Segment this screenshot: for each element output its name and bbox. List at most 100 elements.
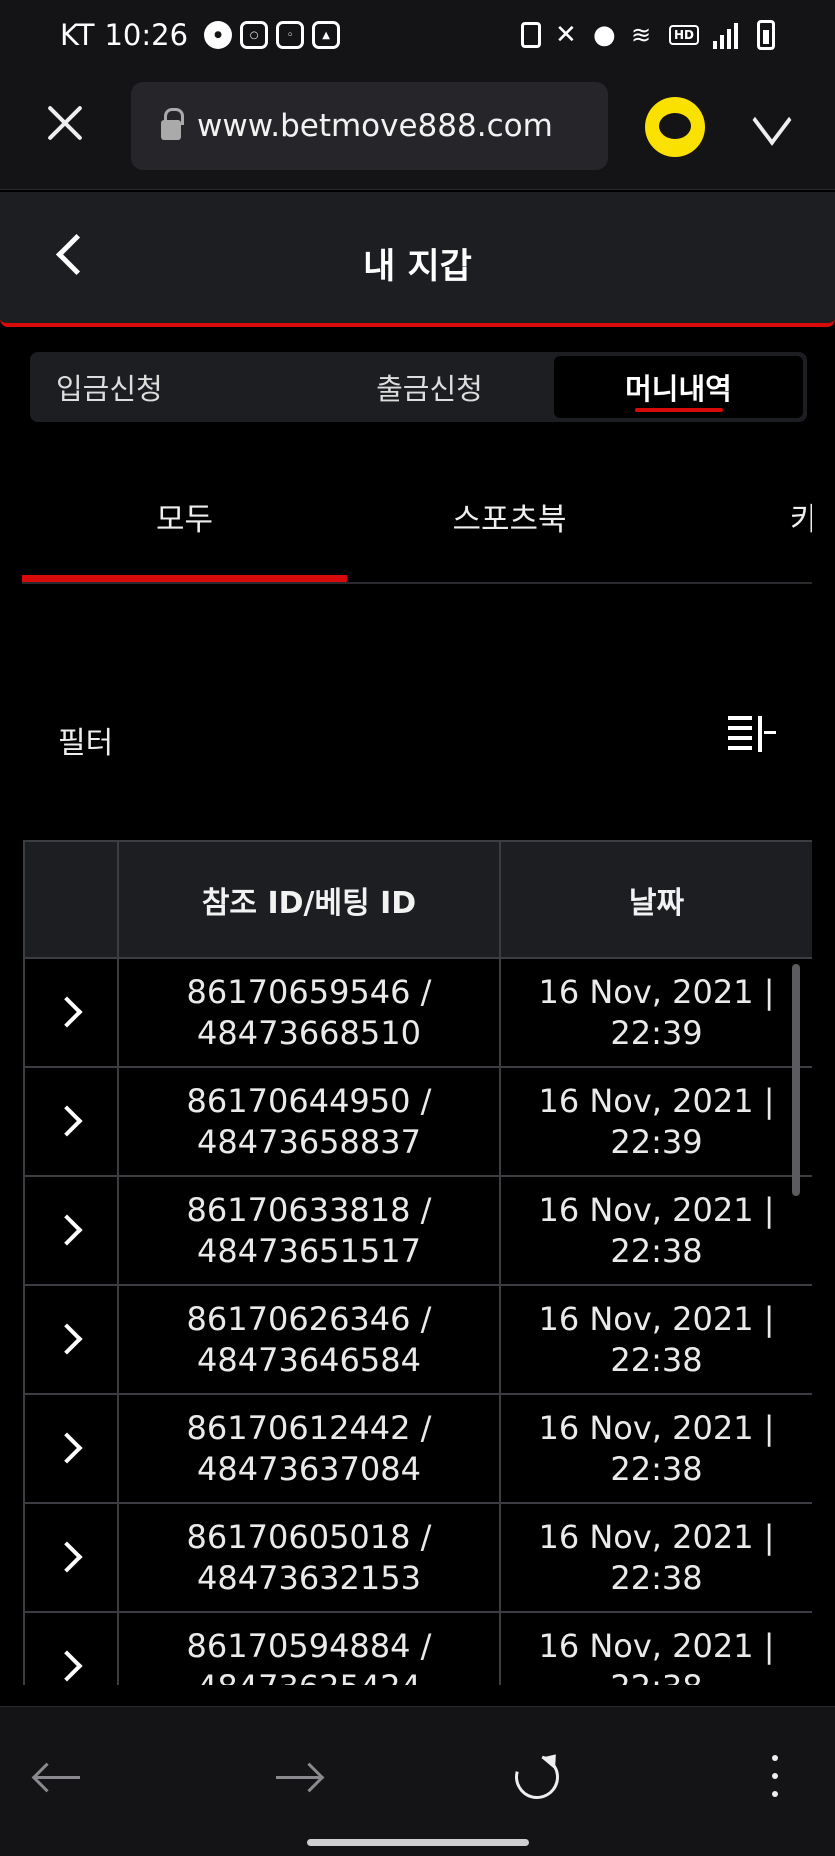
ref-id: 86170612442 /	[186, 1408, 432, 1447]
tab-all[interactable]: 모두	[22, 494, 347, 539]
tab-label: 입금신청	[56, 372, 163, 406]
row-expand-cell[interactable]	[23, 1502, 119, 1613]
row-expand-chevron-icon[interactable]	[51, 1214, 83, 1246]
ref-id-cell: 86170605018 /48473632153	[117, 1502, 501, 1613]
battery-icon	[757, 20, 775, 50]
location-icon: ●	[592, 20, 616, 50]
bet-id: 48473658837	[197, 1122, 421, 1161]
ref-id-cell: 86170626346 /48473646584	[117, 1284, 501, 1395]
column-header-expand	[23, 840, 119, 959]
column-header-date: 날짜	[499, 840, 812, 959]
table-row[interactable]: 86170605018 /48473632153 16 Nov, 2021 | 2…	[23, 1502, 812, 1613]
back-arrow-icon[interactable]	[30, 1747, 90, 1807]
category-tabs: 모두 스포츠북 카	[22, 470, 812, 584]
ref-id: 86170594884 /	[186, 1626, 432, 1665]
date: 16 Nov, 2021 |	[538, 1408, 775, 1447]
time: 22:38	[610, 1558, 703, 1597]
date: 16 Nov, 2021 |	[538, 1081, 775, 1120]
bet-id: 48473646584	[197, 1340, 421, 1379]
table-row[interactable]: 86170626346 /48473646584 16 Nov, 2021 | 2…	[23, 1284, 812, 1395]
home-gesture-bar[interactable]	[307, 1839, 529, 1846]
table-row[interactable]: 86170659546 /48473668510 16 Nov, 2021 | 2…	[23, 957, 812, 1068]
table-row[interactable]: 86170612442 /48473637084 16 Nov, 2021 | 2…	[23, 1393, 812, 1504]
signal-icon	[713, 21, 743, 49]
ref-id-cell: 86170659546 /48473668510	[117, 957, 501, 1068]
refresh-icon[interactable]	[506, 1746, 568, 1808]
date-cell: 16 Nov, 2021 |22:38	[499, 1175, 812, 1286]
instagram-notification-icon: ○	[240, 21, 269, 49]
row-expand-cell[interactable]	[23, 1393, 119, 1504]
forward-arrow-icon[interactable]	[270, 1747, 330, 1807]
kakao-talk-icon[interactable]	[645, 97, 705, 157]
address-bar[interactable]: www.betmove888.com	[131, 82, 608, 170]
date: 16 Nov, 2021 |	[538, 1190, 775, 1229]
time: 22:38	[610, 1449, 703, 1488]
date: 16 Nov, 2021 |	[538, 1299, 775, 1338]
mute-icon: ✕	[554, 20, 577, 50]
ref-id: 86170633818 /	[186, 1190, 432, 1229]
wifi-icon: ≋	[630, 21, 652, 49]
time: 22:39	[610, 1122, 703, 1161]
column-header-ref-id: 참조 ID/베팅 ID	[117, 840, 501, 959]
date: 16 Nov, 2021 |	[538, 1626, 775, 1665]
row-expand-chevron-icon[interactable]	[51, 1650, 83, 1682]
row-expand-chevron-icon[interactable]	[51, 1323, 83, 1355]
gallery-notification-icon: ▲	[312, 21, 341, 49]
row-expand-cell[interactable]	[23, 1175, 119, 1286]
ref-id: 86170605018 /	[186, 1517, 432, 1556]
ref-id: 86170659546 /	[186, 972, 432, 1011]
hd-voice-icon: HD	[668, 25, 699, 45]
row-expand-chevron-icon[interactable]	[51, 996, 83, 1028]
ref-id: 86170626346 /	[186, 1299, 432, 1338]
bet-id: 48473637084	[197, 1449, 421, 1488]
row-expand-cell[interactable]	[23, 957, 119, 1068]
bet-id: 48473632153	[197, 1558, 421, 1597]
filter-label[interactable]: 필터	[58, 718, 113, 762]
tab-sportsbook[interactable]: 스포츠북	[347, 494, 672, 539]
tab-casino-partial[interactable]: 카	[790, 494, 812, 539]
date-cell: 16 Nov, 2021 |22:38	[499, 1284, 812, 1395]
more-vertical-icon[interactable]	[745, 1747, 805, 1807]
lock-icon	[161, 108, 184, 140]
filter-collapse-icon[interactable]	[728, 712, 776, 756]
time: 22:39	[610, 1013, 703, 1052]
status-bar: KT 10:26 ● ○ ◦ ▲ ✕ ● ≋ HD	[0, 0, 835, 74]
chevron-down-icon[interactable]	[752, 104, 792, 144]
carrier-label: KT	[60, 18, 95, 52]
page-title: 내 지갑	[363, 247, 472, 287]
row-expand-cell[interactable]	[23, 1611, 119, 1685]
ref-id-cell: 86170644950 /48473658837	[117, 1066, 501, 1177]
row-expand-cell[interactable]	[23, 1066, 119, 1177]
tab-money-history[interactable]: 머니내역	[554, 356, 803, 418]
table-scrollbar[interactable]	[792, 964, 800, 1196]
talk-notification-icon: ●	[204, 21, 233, 49]
history-table-grid: 참조 ID/베팅 ID 날짜 86170659546 /48473668510 …	[23, 840, 812, 1685]
recycle-icon	[520, 22, 541, 48]
close-icon[interactable]	[42, 100, 88, 146]
ref-id-cell: 86170612442 /48473637084	[117, 1393, 501, 1504]
clock: 10:26	[104, 18, 189, 52]
url-text: www.betmove888.com	[197, 108, 553, 144]
tab-deposit-request[interactable]: 입금신청	[34, 356, 305, 418]
bet-id: 48473651517	[197, 1231, 421, 1270]
time: 22:38	[610, 1231, 703, 1270]
row-expand-chevron-icon[interactable]	[51, 1432, 83, 1464]
status-left: KT 10:26 ● ○ ◦ ▲	[60, 18, 341, 52]
tab-withdraw-request[interactable]: 출금신청	[305, 356, 554, 418]
table-row[interactable]: 86170633818 /48473651517 16 Nov, 2021 | 2…	[23, 1175, 812, 1286]
row-expand-chevron-icon[interactable]	[51, 1541, 83, 1573]
table-header-row: 참조 ID/베팅 ID 날짜	[23, 840, 812, 959]
time: 22:38	[610, 1340, 703, 1379]
tab-label: 머니내역	[625, 372, 732, 406]
wallet-tabs: 입금신청 출금신청 머니내역	[30, 352, 807, 422]
browser-bottom-nav	[0, 1706, 835, 1856]
tab-label: 출금신청	[376, 372, 483, 406]
date-cell: 16 Nov, 2021 | 22:39	[499, 1066, 812, 1177]
row-expand-cell[interactable]	[23, 1284, 119, 1395]
table-row[interactable]: 86170644950 /48473658837 16 Nov, 2021 | 2…	[23, 1066, 812, 1177]
row-expand-chevron-icon[interactable]	[51, 1105, 83, 1137]
date: 16 Nov, 2021 |	[538, 1517, 775, 1556]
table-row[interactable]: 86170594884 / 48473625424 16 Nov, 2021 | 2…	[23, 1611, 812, 1685]
date-cell: 16 Nov, 2021 |22:38	[499, 1502, 812, 1613]
ref-id-cell: 86170594884 / 48473625424	[117, 1611, 501, 1685]
